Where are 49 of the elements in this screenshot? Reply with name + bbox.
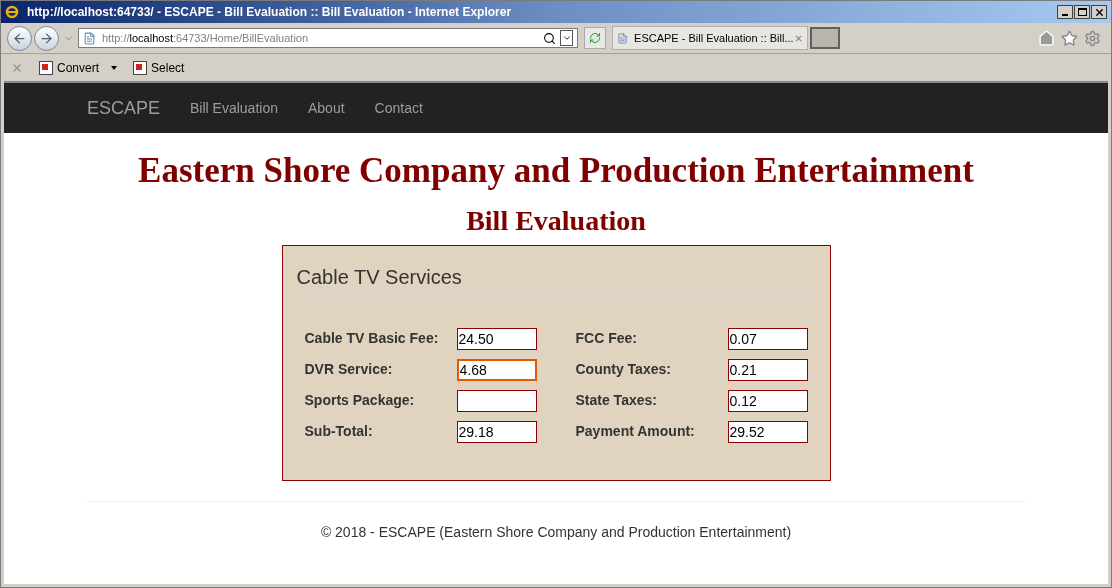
url-text: http://localhost:64733/Home/BillEvaluation <box>102 30 309 46</box>
forward-arrow-icon <box>39 30 54 46</box>
window-title: http://localhost:64733/ - ESCAPE - Bill Evaluation :: Bill Evaluation - Internet Explorer <box>27 4 512 21</box>
field-label: State Taxes: <box>575 391 658 410</box>
nav-link[interactable]: Contact <box>374 97 423 119</box>
field-label: Cable TV Basic Fee: <box>304 329 440 348</box>
browser-tab[interactable]: ESCAPE - Bill Evaluation :: Bill... <box>612 26 808 50</box>
footer-text: © 2018 - ESCAPE (Eastern Shore Company and Production Entertainment) <box>319 523 793 542</box>
brand-link[interactable]: ESCAPE <box>87 94 161 122</box>
field-label: County Taxes: <box>575 360 672 379</box>
toolbar-button[interactable]: Convert <box>57 58 100 77</box>
browser-logo-icon <box>5 5 19 19</box>
page-icon <box>617 31 629 45</box>
input-field[interactable]: 4.68 <box>456 358 537 381</box>
close-icon <box>1093 6 1105 18</box>
input-field[interactable]: 24.50 <box>456 327 537 350</box>
address-field[interactable]: http://localhost:64733/Home/BillEvaluation <box>78 28 578 48</box>
tab-label: ESCAPE - Bill Evaluation :: Bill... <box>634 30 794 46</box>
nav-link[interactable]: About <box>307 97 345 119</box>
field-label: DVR Service: <box>304 360 394 379</box>
input-field[interactable] <box>456 389 537 412</box>
close-button[interactable] <box>1091 5 1107 19</box>
input-field[interactable]: 29.52 <box>727 420 808 443</box>
new-tab-button[interactable] <box>810 27 840 49</box>
field-label: Sub-Total: <box>304 422 374 441</box>
page-subheading: Bill Evaluation <box>465 205 647 237</box>
input-field[interactable]: 0.07 <box>727 327 808 350</box>
favorites-icon[interactable] <box>1061 29 1078 47</box>
toolbar-button[interactable]: Select <box>151 58 185 77</box>
caret-icon[interactable] <box>111 65 118 70</box>
panel-title: Cable TV Services <box>296 262 816 299</box>
field-label: Payment Amount: <box>575 422 696 441</box>
minimize-button[interactable] <box>1057 5 1073 19</box>
back-button[interactable] <box>7 25 32 51</box>
input-field[interactable]: 0.12 <box>727 389 808 412</box>
home-icon[interactable] <box>1038 29 1055 47</box>
dropdown-icon[interactable] <box>560 30 573 46</box>
field-label: Sports Package: <box>304 391 416 410</box>
field-label: FCC Fee: <box>575 329 638 348</box>
search-icon[interactable] <box>543 31 556 45</box>
page-heading: Eastern Shore Company and Production Entertainment <box>137 151 975 191</box>
refresh-icon <box>589 32 601 44</box>
input-field[interactable]: 29.18 <box>456 420 537 443</box>
page-icon <box>83 31 96 45</box>
maximize-button[interactable] <box>1074 5 1090 19</box>
nav-link[interactable]: Bill Evaluation <box>190 97 278 119</box>
forward-button[interactable] <box>34 25 59 51</box>
input-field[interactable]: 0.21 <box>727 358 808 381</box>
refresh-button[interactable] <box>584 27 606 49</box>
